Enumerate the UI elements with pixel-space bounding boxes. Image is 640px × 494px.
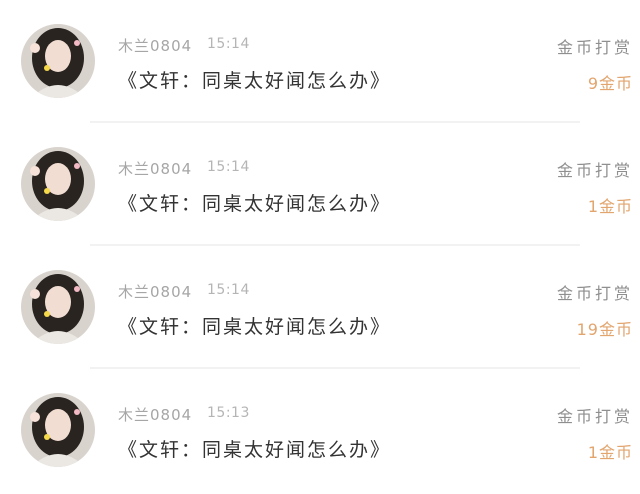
reward-amount: 19金币 [576, 320, 633, 339]
message-text: 《文轩：同桌太好闻怎么办》 [118, 439, 392, 461]
reward-list-item[interactable]: 木兰0804 15:14 《文轩：同桌太好闻怎么办》 金币打赏 19金币 [0, 246, 640, 369]
reward-type-label: 金币打赏 [556, 161, 633, 180]
timestamp: 15:14 [207, 282, 250, 298]
user-avatar[interactable] [21, 393, 95, 467]
reward-type-label: 金币打赏 [556, 38, 633, 57]
timestamp: 15:13 [207, 405, 250, 421]
reward-amount: 1金币 [587, 197, 633, 216]
avatar-image [21, 270, 95, 344]
reward-list-item[interactable]: 木兰0804 15:14 《文轩：同桌太好闻怎么办》 金币打赏 1金币 [0, 123, 640, 246]
message-text: 《文轩：同桌太好闻怎么办》 [118, 70, 392, 92]
avatar-image [21, 24, 95, 98]
user-avatar[interactable] [21, 24, 95, 98]
timestamp: 15:14 [207, 36, 250, 52]
reward-type-label: 金币打赏 [556, 407, 633, 426]
message-text: 《文轩：同桌太好闻怎么办》 [118, 193, 392, 215]
avatar-image [21, 393, 95, 467]
username[interactable]: 木兰0804 [118, 158, 192, 179]
reward-list-item[interactable]: 木兰0804 15:14 《文轩：同桌太好闻怎么办》 金币打赏 9金币 [0, 0, 640, 123]
reward-list-item[interactable]: 木兰0804 15:13 《文轩：同桌太好闻怎么办》 金币打赏 1金币 [0, 369, 640, 492]
user-avatar[interactable] [21, 270, 95, 344]
reward-amount: 1金币 [587, 443, 633, 462]
username[interactable]: 木兰0804 [118, 404, 192, 425]
message-text: 《文轩：同桌太好闻怎么办》 [118, 316, 392, 338]
reward-amount: 9金币 [587, 74, 633, 93]
user-avatar[interactable] [21, 147, 95, 221]
timestamp: 15:14 [207, 159, 250, 175]
username[interactable]: 木兰0804 [118, 35, 192, 56]
reward-type-label: 金币打赏 [556, 284, 633, 303]
username[interactable]: 木兰0804 [118, 281, 192, 302]
avatar-image [21, 147, 95, 221]
